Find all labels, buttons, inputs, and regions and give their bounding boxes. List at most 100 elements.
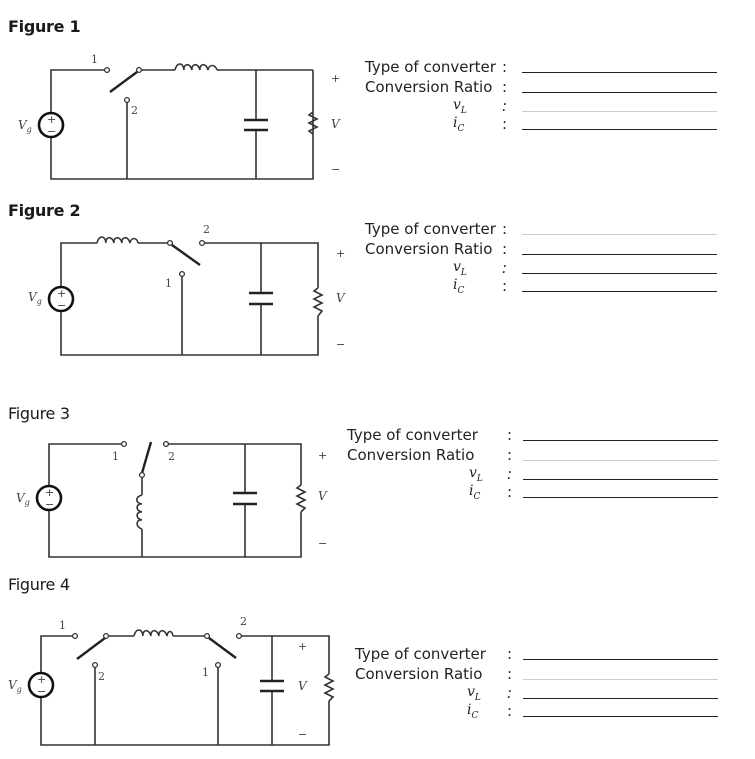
terminal-2-label: 2 (131, 104, 138, 117)
switch-2-pivot (203, 632, 211, 640)
switch-blade-2 (208, 637, 237, 659)
type-of-converter-blank[interactable] (523, 440, 718, 441)
output-minus: − (336, 338, 345, 351)
type-of-converter-blank[interactable] (523, 659, 718, 660)
terminal-1-label: 1 (112, 450, 119, 463)
figure-2-circuit-boost: 2 1 + − Vg + V − (28, 223, 346, 356)
resistor-icon (312, 287, 324, 317)
conversion-ratio-blank[interactable] (522, 92, 717, 93)
colon: : (507, 684, 513, 702)
conversion-ratio-blank[interactable] (523, 679, 718, 680)
conversion-ratio-label: Conversion Ratio (347, 446, 475, 464)
conversion-ratio-blank[interactable] (523, 460, 718, 461)
output-minus: − (318, 537, 327, 550)
wire (50, 69, 105, 113)
wire (202, 242, 319, 288)
ic-blank[interactable] (523, 497, 718, 498)
type-of-converter-label: Type of converter (365, 220, 496, 238)
conversion-ratio-label: Conversion Ratio (355, 665, 483, 683)
vl-blank[interactable] (523, 479, 718, 480)
wire (168, 443, 302, 485)
vl-label: vL (467, 684, 481, 703)
inductor-icon (135, 494, 143, 530)
switch-2-terminal-1 (214, 661, 222, 669)
ic-label: iC (453, 115, 465, 134)
switch-terminal-2 (123, 96, 131, 104)
colon: : (502, 97, 508, 115)
colon: : (507, 483, 513, 501)
source-minus: − (37, 685, 46, 698)
switch-terminal-1 (120, 440, 128, 448)
type-of-converter-blank[interactable] (522, 234, 717, 235)
output-label: V (331, 117, 341, 131)
ic-label: iC (469, 483, 481, 502)
terminal-1-label: 1 (165, 277, 172, 290)
switch-1-terminal-1 (71, 632, 79, 640)
vl-blank[interactable] (522, 273, 717, 274)
conversion-ratio-blank[interactable] (522, 254, 717, 255)
terminal-label: 2 (240, 615, 247, 628)
ic-blank[interactable] (523, 716, 718, 717)
switch-blade (171, 244, 201, 266)
colon: : (507, 446, 513, 464)
colon: : (507, 665, 513, 683)
vl-label: vL (453, 259, 467, 278)
output-plus: + (318, 449, 327, 462)
terminal-1-label: 1 (91, 53, 98, 66)
ic-label: iC (467, 702, 479, 721)
vl-blank[interactable] (522, 111, 717, 112)
switch-1-terminal-2 (91, 661, 99, 669)
switch-terminal-2 (162, 440, 170, 448)
resistor-icon (295, 484, 307, 513)
wire (60, 242, 97, 287)
inductor-icon (96, 236, 139, 244)
output-minus: − (331, 163, 340, 176)
switch-pivot (138, 471, 146, 479)
vl-blank[interactable] (523, 698, 718, 699)
ic-blank[interactable] (522, 129, 717, 130)
colon: : (502, 259, 508, 277)
colon: : (502, 58, 508, 76)
conversion-ratio-label: Conversion Ratio (365, 78, 493, 96)
switch-terminal-1 (103, 66, 111, 74)
wire (40, 697, 330, 746)
colon: : (502, 115, 508, 133)
terminal-label: 1 (59, 619, 66, 632)
source-minus: − (57, 299, 66, 312)
source-label: Vg (18, 118, 32, 134)
output-plus: + (331, 72, 340, 85)
ic-label: iC (453, 277, 465, 296)
resistor-icon (323, 673, 335, 702)
figure-4-circuit-noninverting-buck-boost: 1 2 2 1 + − Vg + V − (8, 615, 335, 746)
type-of-converter-label: Type of converter (365, 58, 496, 76)
wire (240, 635, 330, 674)
output-label: V (318, 489, 328, 503)
terminal-label: 2 (98, 670, 105, 683)
colon: : (507, 702, 513, 720)
figure-3-circuit-buck-boost: 1 2 + − Vg + V − (16, 440, 328, 558)
source-minus: − (47, 125, 56, 138)
colon: : (502, 78, 508, 96)
colon: : (507, 426, 513, 444)
type-of-converter-label: Type of converter (347, 426, 478, 444)
switch-terminal-2 (198, 239, 206, 247)
output-label: V (298, 679, 308, 693)
type-of-converter-blank[interactable] (522, 72, 717, 73)
wire (48, 510, 302, 558)
colon: : (502, 240, 508, 258)
output-minus: − (298, 728, 307, 741)
colon: : (502, 277, 508, 295)
wire (50, 70, 314, 180)
vl-label: vL (469, 465, 483, 484)
type-of-converter-label: Type of converter (355, 645, 486, 663)
output-plus: + (336, 247, 345, 260)
switch-terminal-1 (178, 270, 186, 278)
conversion-ratio-label: Conversion Ratio (365, 240, 493, 258)
output-label: V (336, 291, 346, 305)
switch-blade-1 (76, 637, 106, 660)
terminal-label: 1 (202, 666, 209, 679)
source-label: Vg (16, 491, 30, 507)
switch-1-pivot (102, 632, 110, 640)
source-minus: − (45, 498, 54, 511)
ic-blank[interactable] (522, 291, 717, 292)
